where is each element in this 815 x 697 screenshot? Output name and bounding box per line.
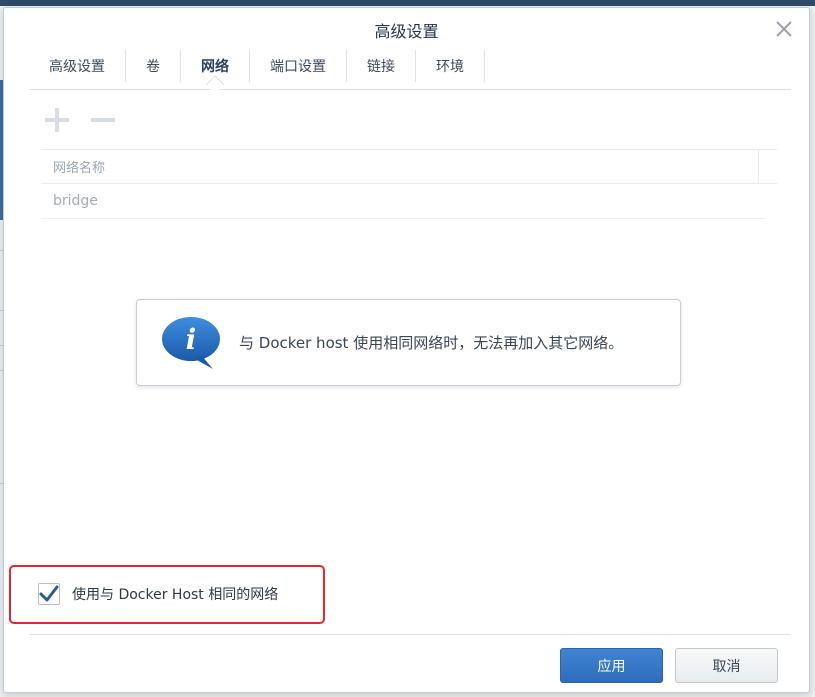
- cancel-button[interactable]: 取消: [675, 648, 778, 683]
- column-divider: [758, 150, 759, 184]
- svg-text:i: i: [186, 323, 197, 356]
- host-network-label: 使用与 Docker Host 相同的网络: [72, 587, 279, 603]
- tab-environment[interactable]: 环境: [416, 50, 485, 82]
- network-grid: 网络名称 bridge: [41, 149, 777, 219]
- info-bubble-icon: i: [162, 316, 220, 369]
- footer-divider: [29, 634, 791, 635]
- host-network-checkbox[interactable]: [38, 583, 60, 605]
- grid-header: 网络名称: [41, 149, 777, 184]
- remove-network-button[interactable]: [88, 105, 118, 135]
- host-network-option[interactable]: 使用与 Docker Host 相同的网络: [38, 583, 278, 605]
- tab-port-settings[interactable]: 端口设置: [250, 50, 347, 82]
- info-message: 与 Docker host 使用相同网络时，无法再加入其它网络。: [239, 334, 624, 352]
- tab-network[interactable]: 网络: [181, 50, 250, 82]
- info-message-box: i 与 Docker host 使用相同网络时，无法再加入其它网络。: [136, 299, 681, 386]
- dialog-title: 高级设置: [374, 22, 439, 41]
- tab-links[interactable]: 链接: [347, 50, 416, 82]
- tab-advanced-settings[interactable]: 高级设置: [29, 50, 126, 82]
- network-toolbar: [42, 105, 118, 135]
- apply-button[interactable]: 应用: [560, 648, 663, 683]
- add-network-button[interactable]: [42, 105, 72, 135]
- close-icon: [776, 21, 792, 37]
- close-button[interactable]: [775, 20, 793, 38]
- tab-volume[interactable]: 卷: [126, 50, 181, 82]
- network-name-cell: bridge: [53, 193, 98, 209]
- plus-icon: [45, 108, 69, 132]
- table-row[interactable]: bridge: [41, 184, 765, 219]
- minus-icon: [91, 118, 115, 122]
- checkmark-icon: [39, 585, 59, 602]
- background-topbar: [0, 0, 815, 6]
- column-header-network-name[interactable]: 网络名称: [53, 157, 105, 176]
- tab-bar: 高级设置 卷 网络 端口设置 链接 环境: [29, 50, 791, 90]
